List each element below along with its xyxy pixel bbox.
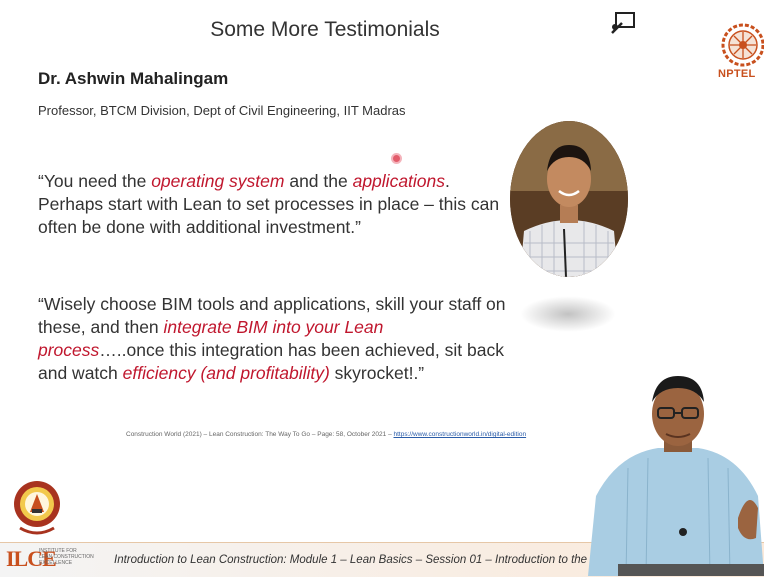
testimonial-name: Dr. Ashwin Mahalingam — [38, 69, 229, 88]
quote-1-highlight-a: operating system — [151, 171, 285, 191]
photo-shadow — [520, 296, 616, 332]
ilce-line-3: EXCELLENCE — [39, 560, 73, 566]
quote-2-text-c: skyrocket!.” — [329, 363, 425, 383]
slide: Some More Testimonials NPTEL Dr. Ashwin … — [0, 0, 764, 577]
ilce-logo: ILCE INSTITUTE FOR LEAN CONSTRUCTION EXC… — [6, 546, 98, 574]
testimonial-role: Professor, BTCM Division, Dept of Civil … — [38, 103, 406, 118]
presenter-video — [588, 376, 764, 576]
quote-1-text-a: “You need the — [38, 171, 152, 191]
citation: Construction World (2021) – Lean Constru… — [126, 431, 526, 438]
laser-pointer — [391, 153, 402, 164]
nptel-label: NPTEL — [718, 68, 756, 80]
slide-title: Some More Testimonials — [210, 18, 440, 41]
quote-2: “Wisely choose BIM tools and application… — [38, 293, 508, 385]
quote-2-highlight-b: efficiency (and profitability) — [122, 363, 330, 383]
quote-1: “You need the operating system and the a… — [38, 170, 518, 239]
citation-link[interactable]: https://www.constructionworld.in/digital… — [394, 431, 527, 438]
ilce-text: INSTITUTE FOR LEAN CONSTRUCTION EXCELLEN… — [39, 548, 94, 566]
quote-1-highlight-b: applications — [352, 171, 446, 191]
quote-1-text-b: and the — [284, 171, 353, 191]
presentation-icon[interactable] — [610, 11, 638, 35]
speaker-photo — [510, 121, 628, 277]
course-footer: Introduction to Lean Construction: Modul… — [114, 554, 628, 566]
citation-text: Construction World (2021) – Lean Constru… — [126, 431, 394, 438]
iit-madras-logo — [14, 481, 60, 535]
